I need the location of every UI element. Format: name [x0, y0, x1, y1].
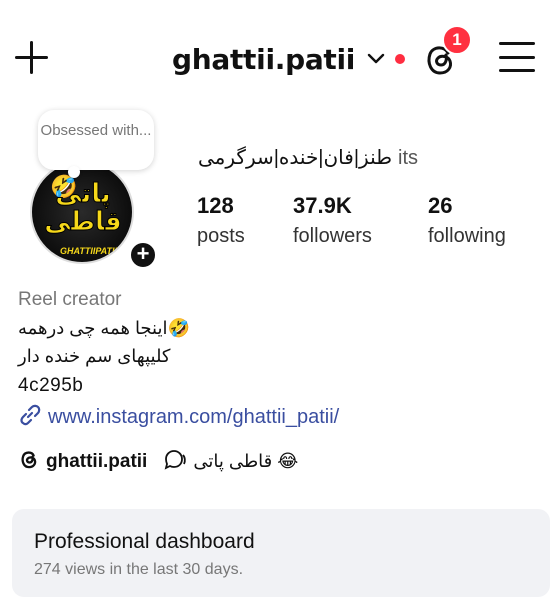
- professional-dashboard-card[interactable]: Professional dashboard 274 views in the …: [12, 509, 550, 597]
- stat-label: following: [428, 225, 506, 247]
- avatar-container[interactable]: 🤣 پاتی قاطی GHATTIIPATII +: [30, 160, 160, 270]
- link-url[interactable]: www.instagram.com/ghattii_patii/: [48, 406, 339, 429]
- chevron-down-icon[interactable]: [367, 50, 385, 68]
- profile-fullname: طنز|فان|خنده|سرگرمی its: [198, 145, 418, 170]
- stat-value: 26: [428, 193, 453, 218]
- stat-value: 37.9K: [293, 193, 352, 218]
- link-icon: [18, 403, 42, 432]
- note-text: Obsessed with...: [40, 122, 152, 139]
- hamburger-menu-icon[interactable]: [499, 40, 535, 74]
- plus-icon[interactable]: [14, 40, 50, 76]
- account-switcher[interactable]: ghattii.patii: [172, 40, 406, 78]
- status-dot: [395, 54, 406, 64]
- stat-label: followers: [293, 225, 372, 247]
- avatar-logo: پاتی قاطی: [44, 179, 123, 237]
- threads-row: ghattii.patii 😂 قاطی پاتی: [18, 448, 298, 475]
- username[interactable]: ghattii.patii: [172, 43, 355, 76]
- dashboard-title: Professional dashboard: [34, 530, 255, 553]
- profile-category: Reel creator: [18, 289, 122, 310]
- broadcast-channel[interactable]: 😂 قاطی پاتی: [163, 448, 298, 475]
- dashboard-subtitle: 274 views in the last 30 days.: [34, 561, 244, 578]
- broadcast-chat-icon: [163, 448, 187, 475]
- avatar-logo-sub: GHATTIIPATII: [60, 246, 117, 256]
- fullname-prefix: its: [398, 147, 419, 169]
- stat-label: posts: [197, 225, 245, 247]
- note-bubble[interactable]: Obsessed with...: [38, 110, 154, 178]
- profile-stats: 128 posts 37.9K followers 26 following: [197, 193, 506, 253]
- stat-value: 128: [197, 193, 234, 218]
- stat-following[interactable]: 26 following: [428, 193, 506, 253]
- add-story-icon[interactable]: +: [128, 240, 158, 270]
- stat-followers[interactable]: 37.9K followers: [293, 193, 428, 253]
- top-bar: ghattii.patii 1: [0, 0, 556, 118]
- broadcast-channel-name: 😂 قاطی پاتی: [193, 451, 299, 471]
- fullname-rtl: طنز|فان|خنده|سرگرمی: [198, 147, 393, 169]
- threads-handle[interactable]: ghattii.patii: [46, 451, 147, 473]
- notification-badge: 1: [442, 25, 472, 55]
- bio-line: کلیپهای سم خنده دار: [18, 346, 171, 366]
- profile-link[interactable]: www.instagram.com/ghattii_patii/: [18, 403, 339, 432]
- threads-small-icon[interactable]: [18, 448, 40, 475]
- bio-line: 🤣اینجا همه چی درهمه: [18, 318, 190, 338]
- stat-posts[interactable]: 128 posts: [197, 193, 293, 253]
- bio-line: 4c295b: [18, 375, 84, 396]
- avatar[interactable]: 🤣 پاتی قاطی GHATTIIPATII: [30, 160, 134, 264]
